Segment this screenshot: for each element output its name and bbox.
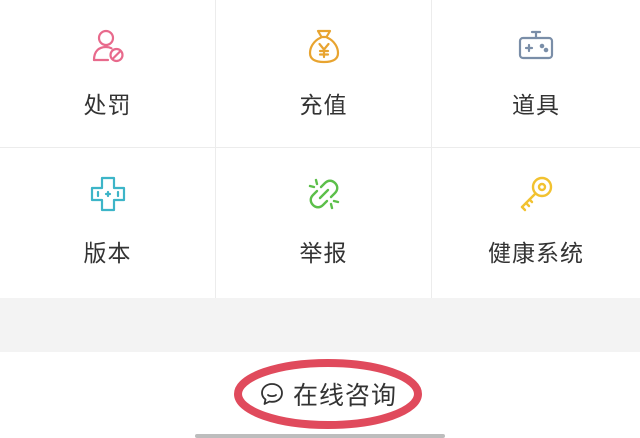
grid-item-label: 举报 — [299, 241, 348, 267]
grid-item-label: 处罚 — [83, 93, 132, 119]
gamepad-icon — [516, 26, 556, 66]
bottom-bar: 在线咨询 — [0, 352, 640, 438]
grid-item-punishment[interactable]: 处罚 — [0, 0, 216, 148]
online-consult-label: 在线咨询 — [292, 381, 397, 410]
section-divider — [0, 298, 640, 352]
money-bag-icon — [304, 26, 344, 66]
grid-item-label: 充值 — [299, 93, 348, 119]
grid-item-label: 版本 — [83, 241, 132, 267]
key-icon — [516, 174, 556, 214]
grid-item-version[interactable]: 版本 — [0, 148, 216, 298]
online-consult-button[interactable]: 在线咨询 — [233, 358, 423, 430]
grid-item-report[interactable]: 举报 — [216, 148, 432, 298]
help-page: 处罚 充值 道具 版本 举报 健康系统 在线咨询 — [0, 0, 640, 438]
broken-link-icon — [304, 174, 344, 214]
grid-item-health-system[interactable]: 健康系统 — [432, 148, 640, 298]
grid-item-props[interactable]: 道具 — [432, 0, 640, 148]
home-indicator[interactable] — [195, 434, 445, 438]
dpad-icon — [88, 174, 128, 214]
grid-item-label: 道具 — [512, 93, 560, 119]
service-grid: 处罚 充值 道具 版本 举报 健康系统 — [0, 0, 640, 299]
chat-bubble-icon — [259, 381, 285, 407]
user-ban-icon — [88, 26, 128, 66]
grid-item-recharge[interactable]: 充值 — [216, 0, 432, 148]
grid-item-label: 健康系统 — [488, 241, 584, 267]
